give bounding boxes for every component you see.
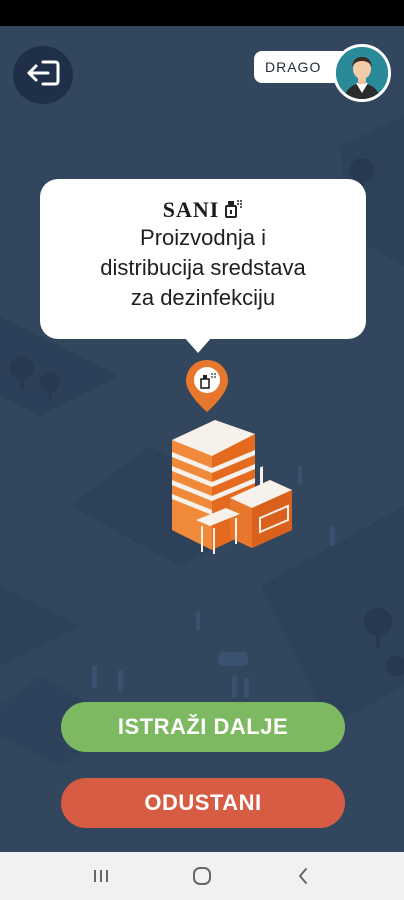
cancel-button[interactable]: ODUSTANI (61, 778, 345, 828)
user-name: DRAGO (265, 59, 322, 75)
description-line: Proizvodnja i (140, 225, 266, 250)
user-avatar[interactable] (333, 44, 391, 102)
system-nav-bar (0, 852, 404, 900)
app-screen: DRAGO SANI Proizvodnja i distribucija sr… (0, 0, 404, 900)
exit-icon (25, 58, 61, 93)
brand-name: SANI (162, 197, 220, 222)
exit-button[interactable] (13, 46, 73, 104)
location-info-bubble: SANI Proizvodnja i distribucija sredstav… (40, 179, 366, 339)
avatar-icon (336, 47, 388, 99)
description-line: distribucija sredstava (100, 255, 306, 280)
back-button[interactable] (283, 856, 323, 896)
home-icon (192, 867, 211, 885)
spray-bottle-icon (225, 198, 243, 223)
home-button[interactable] (182, 856, 222, 896)
building-illustration[interactable] (160, 360, 300, 560)
status-bar (0, 0, 404, 26)
recent-apps-button[interactable] (81, 856, 121, 896)
back-icon (299, 868, 308, 884)
brand-row: SANI (40, 197, 366, 223)
description-line: za dezinfekciju (130, 285, 276, 310)
location-pin-icon (186, 360, 228, 412)
bubble-tail (184, 337, 212, 353)
recent-apps-icon (93, 870, 108, 882)
explore-button[interactable]: ISTRAŽI DALJE (61, 702, 345, 752)
